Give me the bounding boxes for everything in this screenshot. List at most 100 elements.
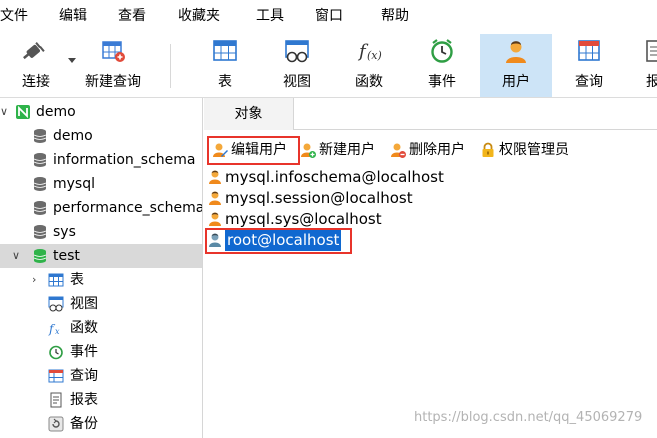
tree-db-demo[interactable]: demo <box>0 124 202 148</box>
highlight-box <box>207 136 300 165</box>
tree-db-label: test <box>53 248 80 264</box>
views-button[interactable]: 视图 <box>262 34 332 97</box>
tree-node-label: 函数 <box>70 320 98 336</box>
tree-node-label: 报表 <box>70 392 98 408</box>
toolbar-divider <box>170 44 171 88</box>
database-icon <box>33 201 47 215</box>
user-icon <box>209 191 221 205</box>
users-label: 用户 <box>502 74 530 90</box>
delete-user-button[interactable]: 删除用户 <box>390 139 474 161</box>
tree-node-label: 备份 <box>70 416 98 432</box>
events-button[interactable]: 事件 <box>406 34 478 97</box>
connection-tree: ∨ demo demo information_schema mysql per… <box>0 98 203 438</box>
menu-window[interactable]: 窗口 <box>315 7 343 25</box>
privilege-manager-label: 权限管理员 <box>499 142 569 158</box>
menu-view[interactable]: 查看 <box>118 7 146 25</box>
database-icon <box>33 129 47 143</box>
chevron-down-icon[interactable] <box>68 58 76 64</box>
menu-favorites[interactable]: 收藏夹 <box>178 7 220 25</box>
database-open-icon <box>33 249 47 263</box>
queries-button[interactable]: 查询 <box>554 34 624 97</box>
reports-button[interactable]: 报 <box>640 34 657 97</box>
tree-node-backups[interactable]: 备份 <box>0 412 202 436</box>
report-icon <box>50 392 62 408</box>
tree-connection-demo[interactable]: ∨ demo <box>0 100 202 124</box>
tables-label: 表 <box>218 74 232 90</box>
database-icon <box>33 153 47 167</box>
menu-bar: 文件 编辑 查看 收藏夹 工具 窗口 帮助 <box>0 0 657 34</box>
user-name: mysql.session@localhost <box>225 189 413 207</box>
delete-user-icon <box>391 143 406 158</box>
events-label: 事件 <box>428 74 456 90</box>
tree-db-sys[interactable]: sys <box>0 220 202 244</box>
connect-button[interactable]: 连接 <box>8 34 76 97</box>
tables-button[interactable]: 表 <box>190 34 260 97</box>
user-list: mysql.infoschema@localhost mysql.session… <box>204 167 657 438</box>
tab-objects[interactable]: 对象 <box>204 98 294 130</box>
chevron-right-icon[interactable]: › <box>32 268 44 292</box>
main-toolbar: 连接 新建查询 表 视图 f (x) 函数 事件 用户 查询 报 <box>0 34 657 98</box>
tree-node-label: 查询 <box>70 368 98 384</box>
functions-label: 函数 <box>355 74 383 90</box>
chevron-down-icon[interactable]: ∨ <box>12 244 24 268</box>
privilege-manager-button[interactable]: 权限管理员 <box>480 139 580 161</box>
menu-tools[interactable]: 工具 <box>256 7 284 25</box>
functions-button[interactable]: f (x) 函数 <box>334 34 404 97</box>
object-toolbar: 编辑用户 新建用户 删除用户 权限管理员 <box>204 131 657 167</box>
reports-label: 报 <box>646 74 657 90</box>
query-icon <box>48 369 64 383</box>
new-query-icon <box>102 41 125 62</box>
tree-db-label: sys <box>53 224 76 240</box>
chevron-down-icon[interactable]: ∨ <box>0 100 12 124</box>
tree-node-views[interactable]: 视图 <box>0 292 202 316</box>
table-icon <box>48 273 64 287</box>
tree-node-tables[interactable]: › 表 <box>0 268 202 292</box>
tree-db-mysql[interactable]: mysql <box>0 172 202 196</box>
svg-text:(x): (x) <box>367 49 382 62</box>
view-icon <box>48 296 64 312</box>
new-query-button[interactable]: 新建查询 <box>80 34 146 97</box>
tree-db-label: information_schema <box>53 152 196 168</box>
tree-node-label: 视图 <box>70 296 98 312</box>
menu-file[interactable]: 文件 <box>0 7 28 25</box>
svg-text:x: x <box>55 327 60 336</box>
user-name: mysql.infoschema@localhost <box>225 168 444 186</box>
new-query-label: 新建查询 <box>85 74 141 90</box>
views-label: 视图 <box>283 74 311 90</box>
tree-node-events[interactable]: 事件 <box>0 340 202 364</box>
database-icon <box>33 177 47 191</box>
watermark-text: https://blog.csdn.net/qq_45069279 <box>414 410 643 425</box>
highlight-box <box>205 228 352 254</box>
function-icon: f (x) <box>357 41 382 62</box>
view-icon <box>285 40 309 63</box>
tree-db-performance-schema[interactable]: performance_schema <box>0 196 203 220</box>
tree-db-label: demo <box>53 128 93 144</box>
tree-db-information-schema[interactable]: information_schema <box>0 148 202 172</box>
user-icon <box>506 41 526 63</box>
delete-user-label: 删除用户 <box>409 142 465 158</box>
report-icon <box>646 40 657 62</box>
clock-icon <box>49 345 63 360</box>
database-icon <box>33 225 47 239</box>
new-user-button[interactable]: 新建用户 <box>300 139 384 161</box>
connect-label: 连接 <box>22 74 50 90</box>
menu-help[interactable]: 帮助 <box>381 7 409 25</box>
connection-icon <box>16 105 30 119</box>
menu-edit[interactable]: 编辑 <box>59 7 87 25</box>
plug-icon <box>23 42 45 60</box>
tree-node-label: 事件 <box>70 344 98 360</box>
tree-db-label: mysql <box>53 176 95 192</box>
clock-icon <box>431 39 453 63</box>
user-name: mysql.sys@localhost <box>225 210 382 228</box>
tree-db-label: performance_schema <box>53 200 203 216</box>
tree-node-label: 表 <box>70 272 84 288</box>
tree-node-queries[interactable]: 查询 <box>0 364 202 388</box>
user-icon <box>209 170 221 184</box>
tree-node-reports[interactable]: 报表 <box>0 388 202 412</box>
tree-node-functions[interactable]: f x 函数 <box>0 316 202 340</box>
tree-db-test[interactable]: ∨ test <box>0 244 202 268</box>
lock-icon <box>482 142 494 157</box>
object-tabbar: 对象 <box>204 98 657 130</box>
users-button[interactable]: 用户 <box>480 34 552 97</box>
new-user-label: 新建用户 <box>319 142 375 158</box>
